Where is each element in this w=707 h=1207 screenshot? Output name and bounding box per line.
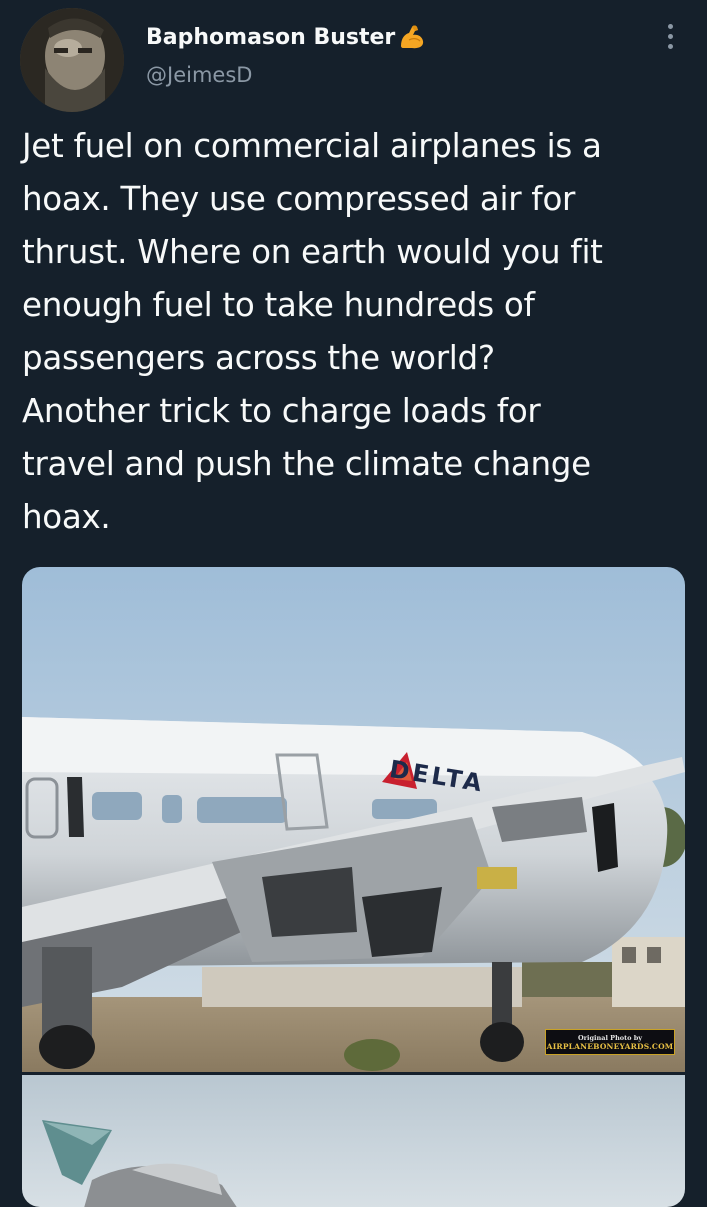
more-vertical-icon[interactable] <box>656 18 684 54</box>
tweet: Baphomason Buster @JeimesD Jet fuel on c… <box>0 0 707 1207</box>
author-handle[interactable]: @JeimesD <box>146 63 252 87</box>
tweet-text: Jet fuel on commercial airplanes is a ho… <box>22 127 603 536</box>
watermark-site: AIRPLANEBONEYARDS.COM <box>546 1041 674 1051</box>
author-display-name[interactable]: Baphomason Buster <box>146 25 395 50</box>
author-name-row: Baphomason Buster <box>146 22 427 52</box>
watermark-credit: Original Photo by <box>577 1033 643 1042</box>
avatar-image <box>20 8 124 112</box>
tweet-photo-second[interactable] <box>22 1075 685 1207</box>
tweet-photo-airplane[interactable]: DELTA Original Photo by AIRPLANEBONEYARD… <box>22 567 685 1072</box>
tweet-media: DELTA Original Photo by AIRPLANEBONEYARD… <box>22 567 685 1207</box>
photo-watermark: Original Photo by AIRPLANEBONEYARDS.COM <box>545 1029 675 1055</box>
flexed-biceps-icon <box>397 22 427 52</box>
avatar[interactable] <box>20 8 124 112</box>
